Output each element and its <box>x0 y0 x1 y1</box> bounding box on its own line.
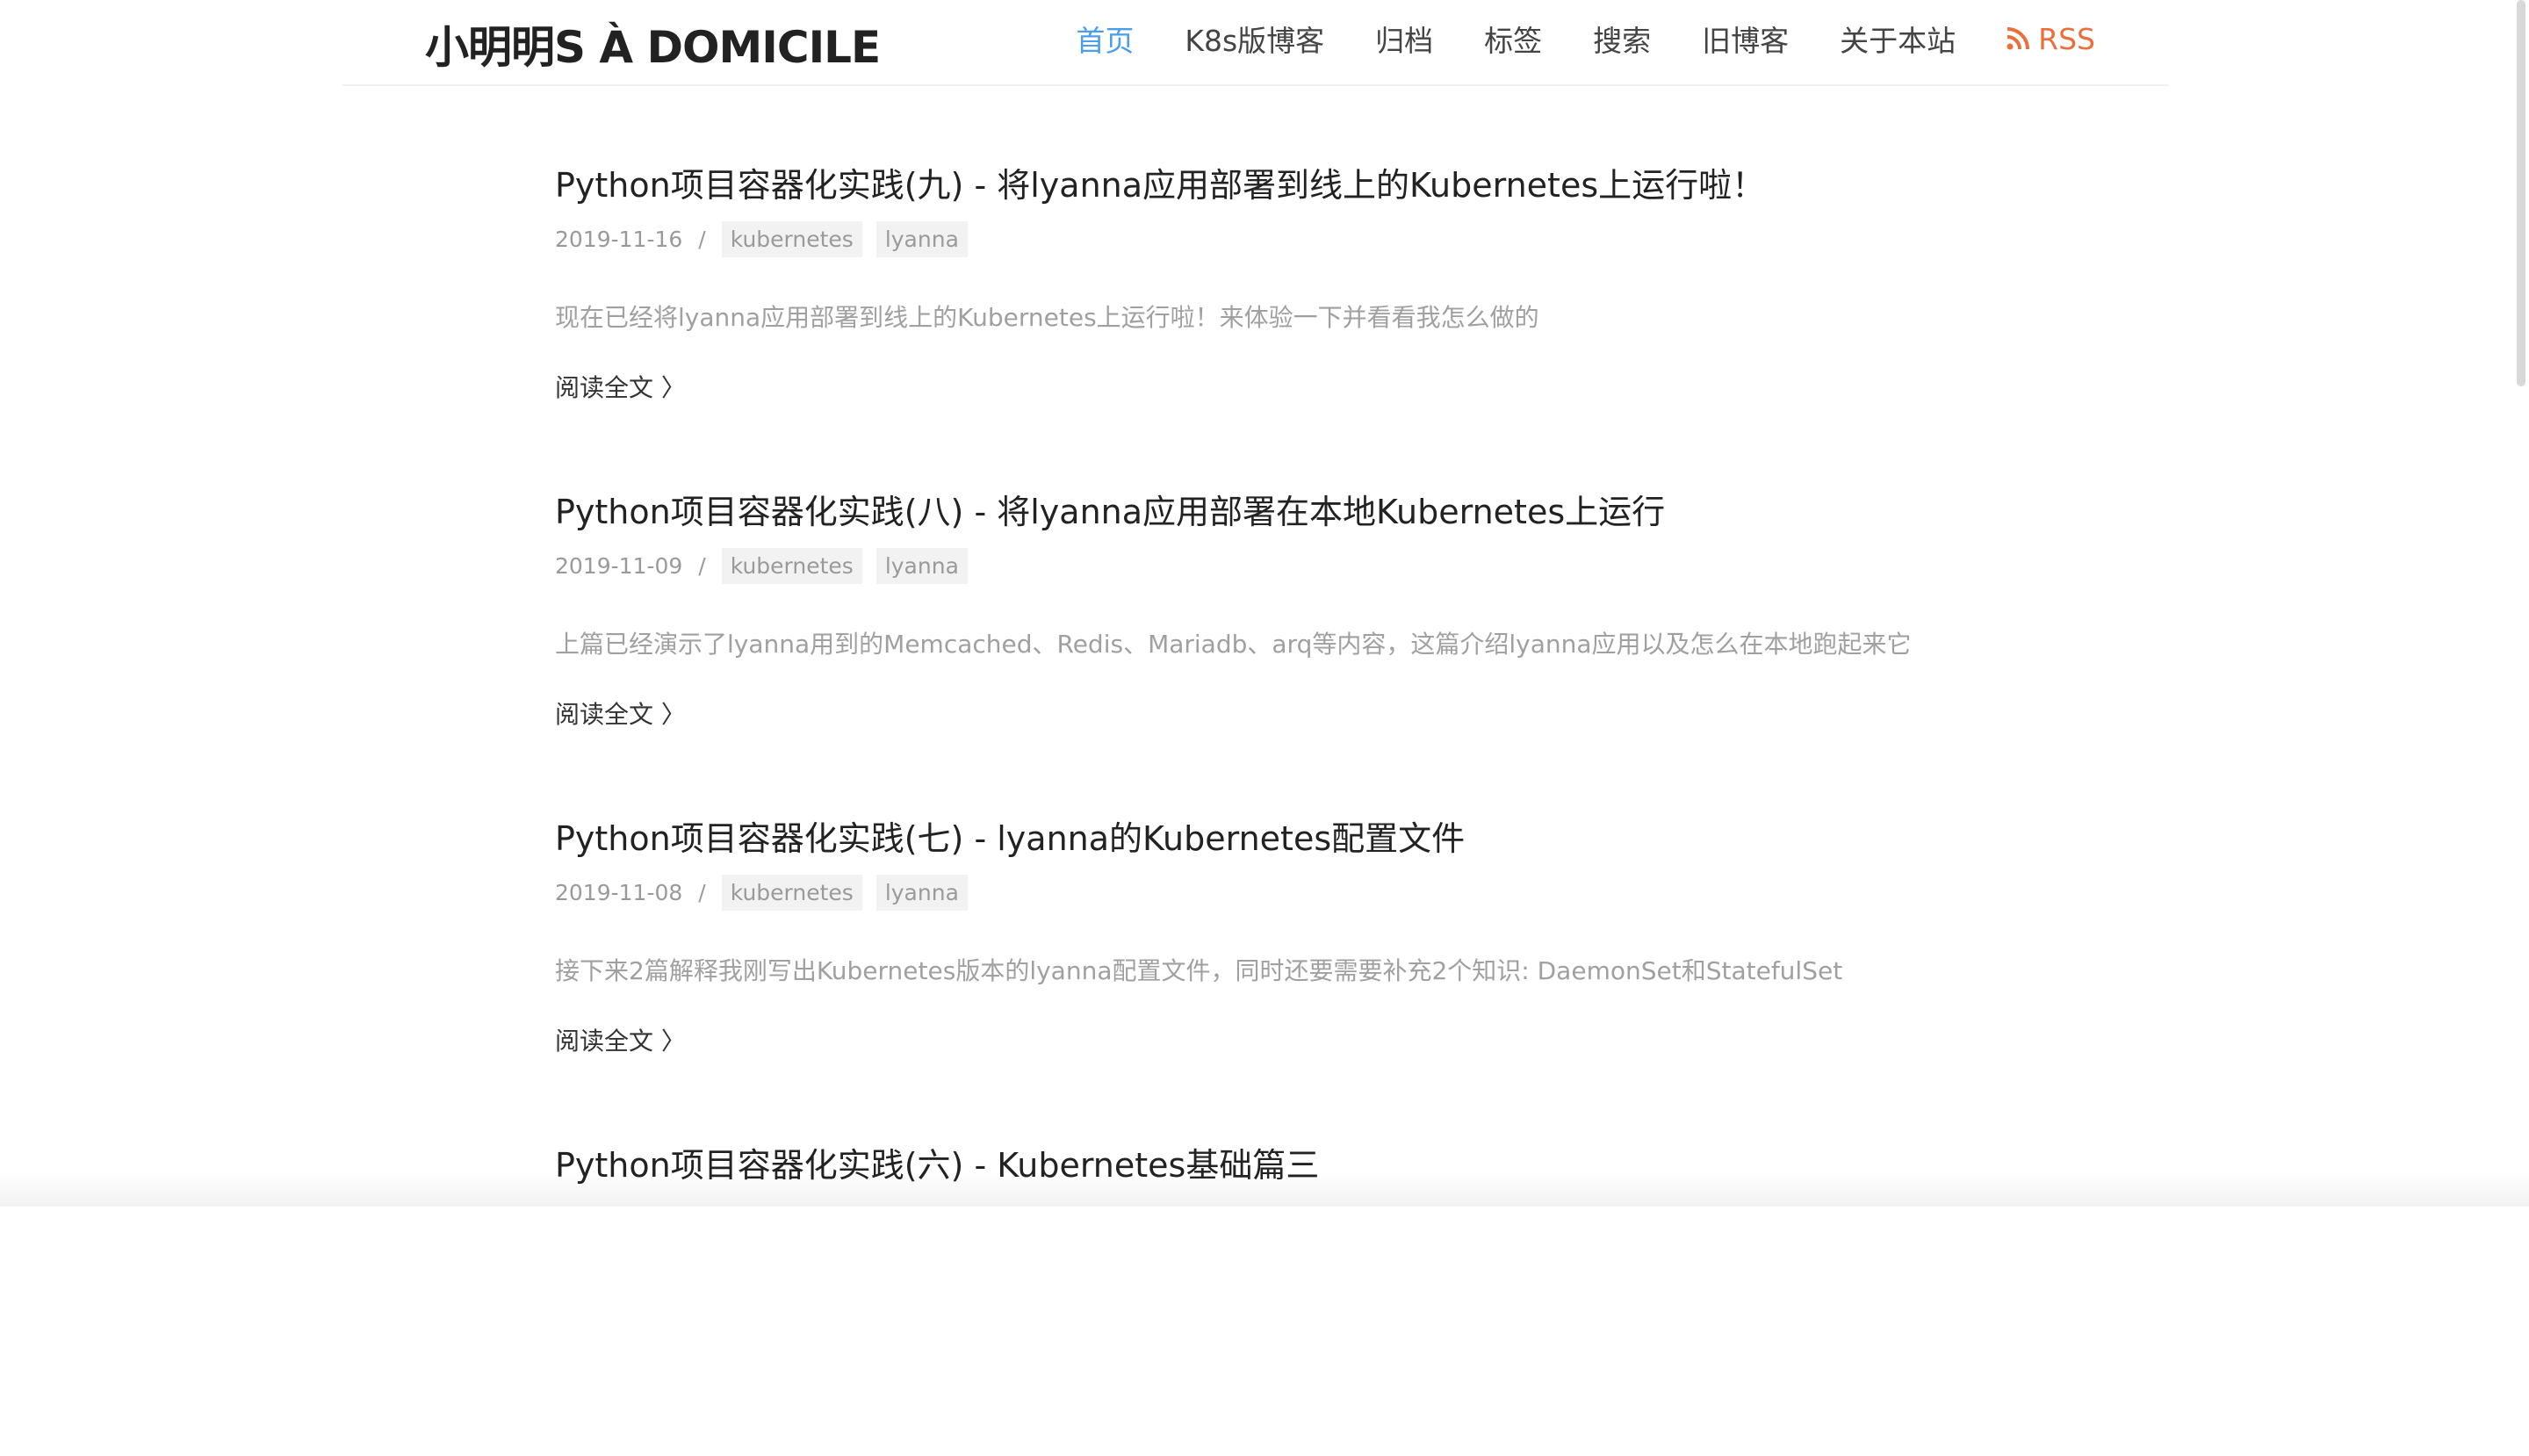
tag-kubernetes[interactable]: kubernetes <box>722 221 862 257</box>
nav-item-tags[interactable]: 标签 <box>1484 18 1542 60</box>
rss-icon <box>2007 27 2029 50</box>
post-meta: 2019-11-16 / kubernetes lyanna <box>555 220 982 258</box>
site-header: 小明明S À DOMICILE 首页 K8s版博客 归档 标签 搜索 旧博客 关… <box>342 0 2169 86</box>
tag-kubernetes[interactable]: kubernetes <box>722 875 862 911</box>
tag-kubernetes[interactable]: kubernetes <box>722 548 862 584</box>
post-title[interactable]: Python项目容器化实践(八) - 将lyanna应用部署在本地Kuberne… <box>555 485 1665 533</box>
post-date: 2019-11-09 <box>555 553 682 579</box>
nav-item-archive[interactable]: 归档 <box>1375 18 1433 60</box>
page-scrollbar[interactable] <box>2517 0 2525 386</box>
read-more-link[interactable]: 阅读全文 〉 <box>555 1022 686 1057</box>
nav-item-k8s-blog[interactable]: K8s版博客 <box>1185 18 1324 60</box>
nav-item-rss[interactable]: RSS <box>2007 22 2095 56</box>
post-meta: 2019-11-08 / kubernetes lyanna <box>555 873 982 912</box>
post-summary: 接下来2篇解释我刚写出Kubernetes版本的lyanna配置文件，同时还要需… <box>555 952 1842 987</box>
post-item: Python项目容器化实践(九) - 将lyanna应用部署到线上的Kubern… <box>555 149 2048 476</box>
post-meta: 2019-11-09 / kubernetes lyanna <box>555 546 982 585</box>
meta-separator: / <box>698 880 705 905</box>
nav-item-home[interactable]: 首页 <box>1076 18 1134 60</box>
post-date: 2019-11-16 <box>555 227 682 252</box>
post-item: Python项目容器化实践(七) - lyanna的Kubernetes配置文件… <box>555 803 2048 1129</box>
post-list: Python项目容器化实践(九) - 将lyanna应用部署到线上的Kubern… <box>555 149 2048 1456</box>
rss-label: RSS <box>2038 22 2095 56</box>
site-title[interactable]: 小明明S À DOMICILE <box>425 12 880 76</box>
tag-lyanna[interactable]: lyanna <box>876 221 968 257</box>
nav-item-about[interactable]: 关于本站 <box>1840 18 1956 60</box>
main-nav: 首页 K8s版博客 归档 标签 搜索 旧博客 关于本站 RSS <box>1076 18 2095 60</box>
meta-separator: / <box>698 553 705 579</box>
post-summary: 现在已经将lyanna应用部署到线上的Kubernetes上运行啦！来体验一下并… <box>555 299 1539 334</box>
nav-item-search[interactable]: 搜索 <box>1593 18 1651 60</box>
meta-separator: / <box>698 227 705 252</box>
read-more-link[interactable]: 阅读全文 〉 <box>555 696 686 731</box>
nav-item-old-blog[interactable]: 旧博客 <box>1702 18 1789 60</box>
bottom-shade <box>0 1171 2529 1207</box>
post-summary: 上篇已经演示了lyanna用到的Memcached、Redis、Mariadb、… <box>555 625 1912 660</box>
post-date: 2019-11-08 <box>555 880 682 905</box>
read-more-link[interactable]: 阅读全文 〉 <box>555 369 686 404</box>
post-item: Python项目容器化实践(八) - 将lyanna应用部署在本地Kuberne… <box>555 476 2048 803</box>
tag-lyanna[interactable]: lyanna <box>876 875 968 911</box>
tag-lyanna[interactable]: lyanna <box>876 548 968 584</box>
post-title[interactable]: Python项目容器化实践(七) - lyanna的Kubernetes配置文件 <box>555 811 1465 860</box>
post-title[interactable]: Python项目容器化实践(九) - 将lyanna应用部署到线上的Kubern… <box>555 158 1765 206</box>
